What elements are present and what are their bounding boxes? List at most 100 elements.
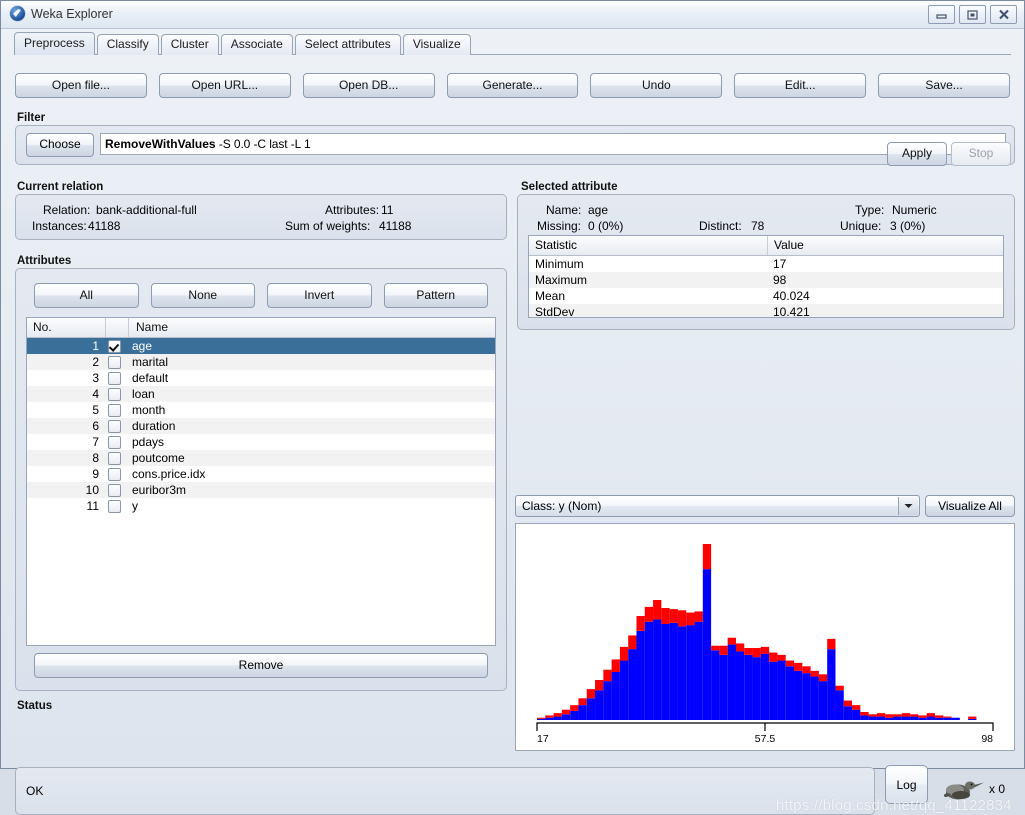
attribute-index: 4 xyxy=(92,387,99,401)
histogram-bar-no xyxy=(794,670,803,720)
histogram-bar-no xyxy=(744,654,753,720)
attribute-name: loan xyxy=(132,387,155,401)
table-row[interactable]: 2 marital xyxy=(27,354,495,370)
histogram-bar-no xyxy=(677,626,687,720)
histogram-bar-no xyxy=(760,653,770,720)
attr-missing-value: 0 (0%) xyxy=(588,219,624,233)
statistics-row-container: Minimum 17 Maximum 98 Mean 40.024 StdDev 10.421 xyxy=(529,256,1003,317)
attribute-checkbox[interactable] xyxy=(103,499,125,513)
table-row[interactable]: 6 duration xyxy=(27,418,495,434)
table-row[interactable]: 1 age xyxy=(27,338,495,354)
maximize-button[interactable] xyxy=(959,5,986,24)
attribute-checkbox[interactable] xyxy=(103,387,125,401)
close-button[interactable] xyxy=(990,5,1017,24)
generate-button[interactable]: Generate... xyxy=(446,73,579,98)
histogram-bar-no xyxy=(661,624,670,720)
chevron-down-icon[interactable] xyxy=(898,497,918,515)
column-header-checkbox xyxy=(106,318,129,337)
open-file-button[interactable]: Open file... xyxy=(15,73,147,98)
histogram-bar-yes xyxy=(561,709,571,715)
histogram-bar-no xyxy=(711,650,720,720)
attribute-name: marital xyxy=(132,355,169,369)
statistics-table-header: Statistic Value xyxy=(529,236,1003,256)
visualize-all-button[interactable]: Visualize All xyxy=(925,495,1015,517)
attributes-table[interactable]: No. Name 1 age 2 marital 3 default 4 loan 5 month… xyxy=(26,317,496,646)
tab-classify[interactable]: Classify xyxy=(96,34,159,55)
histogram-bar-yes xyxy=(835,685,844,691)
title-bar: Weka Explorer xyxy=(1,1,1024,29)
table-row[interactable]: 10 euribor3m xyxy=(27,482,495,498)
filter-group-label: Filter xyxy=(17,112,46,124)
undo-button[interactable]: Undo xyxy=(590,73,723,98)
histogram-bar-no xyxy=(545,717,554,720)
attribute-checkbox[interactable] xyxy=(103,467,125,481)
histogram-bar-no xyxy=(628,649,637,720)
histogram-bar-no xyxy=(586,698,596,720)
histogram-canvas: 17 57.5 98 xyxy=(536,544,994,745)
current-relation-group-label: Current relation xyxy=(17,181,104,193)
stop-filter-button: Stop xyxy=(951,142,1011,166)
pattern-button[interactable]: Pattern xyxy=(383,283,488,308)
filter-spec-field[interactable]: RemoveWithValues -S 0.0 -C last -L 1 xyxy=(100,133,1006,155)
open-url-button[interactable]: Open URL... xyxy=(158,73,291,98)
tab-cluster[interactable]: Cluster xyxy=(160,34,219,55)
table-row[interactable]: 8 poutcome xyxy=(27,450,495,466)
attr-distinct-value: 78 xyxy=(751,219,765,233)
statistic-row: Maximum 98 xyxy=(529,272,1003,288)
histogram-bar-no xyxy=(735,651,745,720)
histogram-bar-no xyxy=(843,706,853,720)
sum-weights-value: 41188 xyxy=(379,219,412,233)
attribute-checkbox[interactable] xyxy=(103,371,125,385)
attributes-table-header: No. Name xyxy=(27,318,495,338)
statistic-row: StdDev 10.421 xyxy=(529,304,1003,317)
main-tabs: Preprocess Classify Cluster Associate Se… xyxy=(1,32,1024,55)
class-selector-combo[interactable]: Class: y (Nom) xyxy=(515,495,920,517)
histogram-bar-no xyxy=(852,709,861,720)
attribute-index: 9 xyxy=(92,467,99,481)
attribute-checkbox[interactable] xyxy=(103,355,125,369)
statistic-row: Minimum 17 xyxy=(529,256,1003,272)
choose-filter-button[interactable]: Choose xyxy=(26,133,94,157)
histogram-bar-yes xyxy=(586,689,596,699)
checkbox-unchecked-icon xyxy=(107,355,121,369)
tab-associate[interactable]: Associate xyxy=(220,34,293,55)
attribute-name: month xyxy=(132,403,166,417)
attribute-index: 2 xyxy=(92,355,99,369)
attribute-checkbox[interactable] xyxy=(103,419,125,433)
remove-attributes-button[interactable]: Remove xyxy=(34,653,488,678)
histogram-bar-yes xyxy=(943,716,952,718)
table-row[interactable]: 9 cons.price.idx xyxy=(27,466,495,482)
save-button[interactable]: Save... xyxy=(878,73,1011,98)
attribute-checkbox[interactable] xyxy=(103,451,125,465)
select-all-button[interactable]: All xyxy=(34,283,139,308)
tab-select-attributes[interactable]: Select attributes xyxy=(294,34,401,55)
table-row[interactable]: 5 month xyxy=(27,402,495,418)
table-row[interactable]: 3 default xyxy=(27,370,495,386)
attribute-index: 5 xyxy=(92,403,99,417)
attr-missing-label: Missing: xyxy=(537,219,582,233)
tab-preprocess[interactable]: Preprocess xyxy=(14,32,95,55)
attribute-name: pdays xyxy=(132,435,165,449)
histogram-bar-no xyxy=(802,673,811,720)
table-row[interactable]: 7 pdays xyxy=(27,434,495,450)
table-row[interactable]: 4 loan xyxy=(27,386,495,402)
table-row[interactable]: 11 y xyxy=(27,498,495,514)
attribute-name: poutcome xyxy=(132,451,185,465)
attribute-checkbox[interactable] xyxy=(103,403,125,417)
attribute-histogram[interactable]: 17 57.5 98 xyxy=(515,523,1015,751)
open-db-button[interactable]: Open DB... xyxy=(302,73,435,98)
minimize-button[interactable] xyxy=(928,5,955,24)
apply-filter-button[interactable]: Apply xyxy=(887,142,947,166)
attribute-checkbox[interactable] xyxy=(103,483,125,497)
select-none-button[interactable]: None xyxy=(150,283,255,308)
attribute-name: duration xyxy=(132,419,176,433)
tab-visualize[interactable]: Visualize xyxy=(402,34,471,55)
attribute-checkbox[interactable] xyxy=(103,339,125,353)
histogram-bar-yes xyxy=(686,612,695,626)
edit-button[interactable]: Edit... xyxy=(734,73,867,98)
attribute-checkbox[interactable] xyxy=(103,435,125,449)
histogram-bar-yes xyxy=(785,660,795,667)
histogram-bar-no xyxy=(653,619,662,720)
statistic-value: 40.024 xyxy=(773,289,810,303)
invert-selection-button[interactable]: Invert xyxy=(267,283,372,308)
